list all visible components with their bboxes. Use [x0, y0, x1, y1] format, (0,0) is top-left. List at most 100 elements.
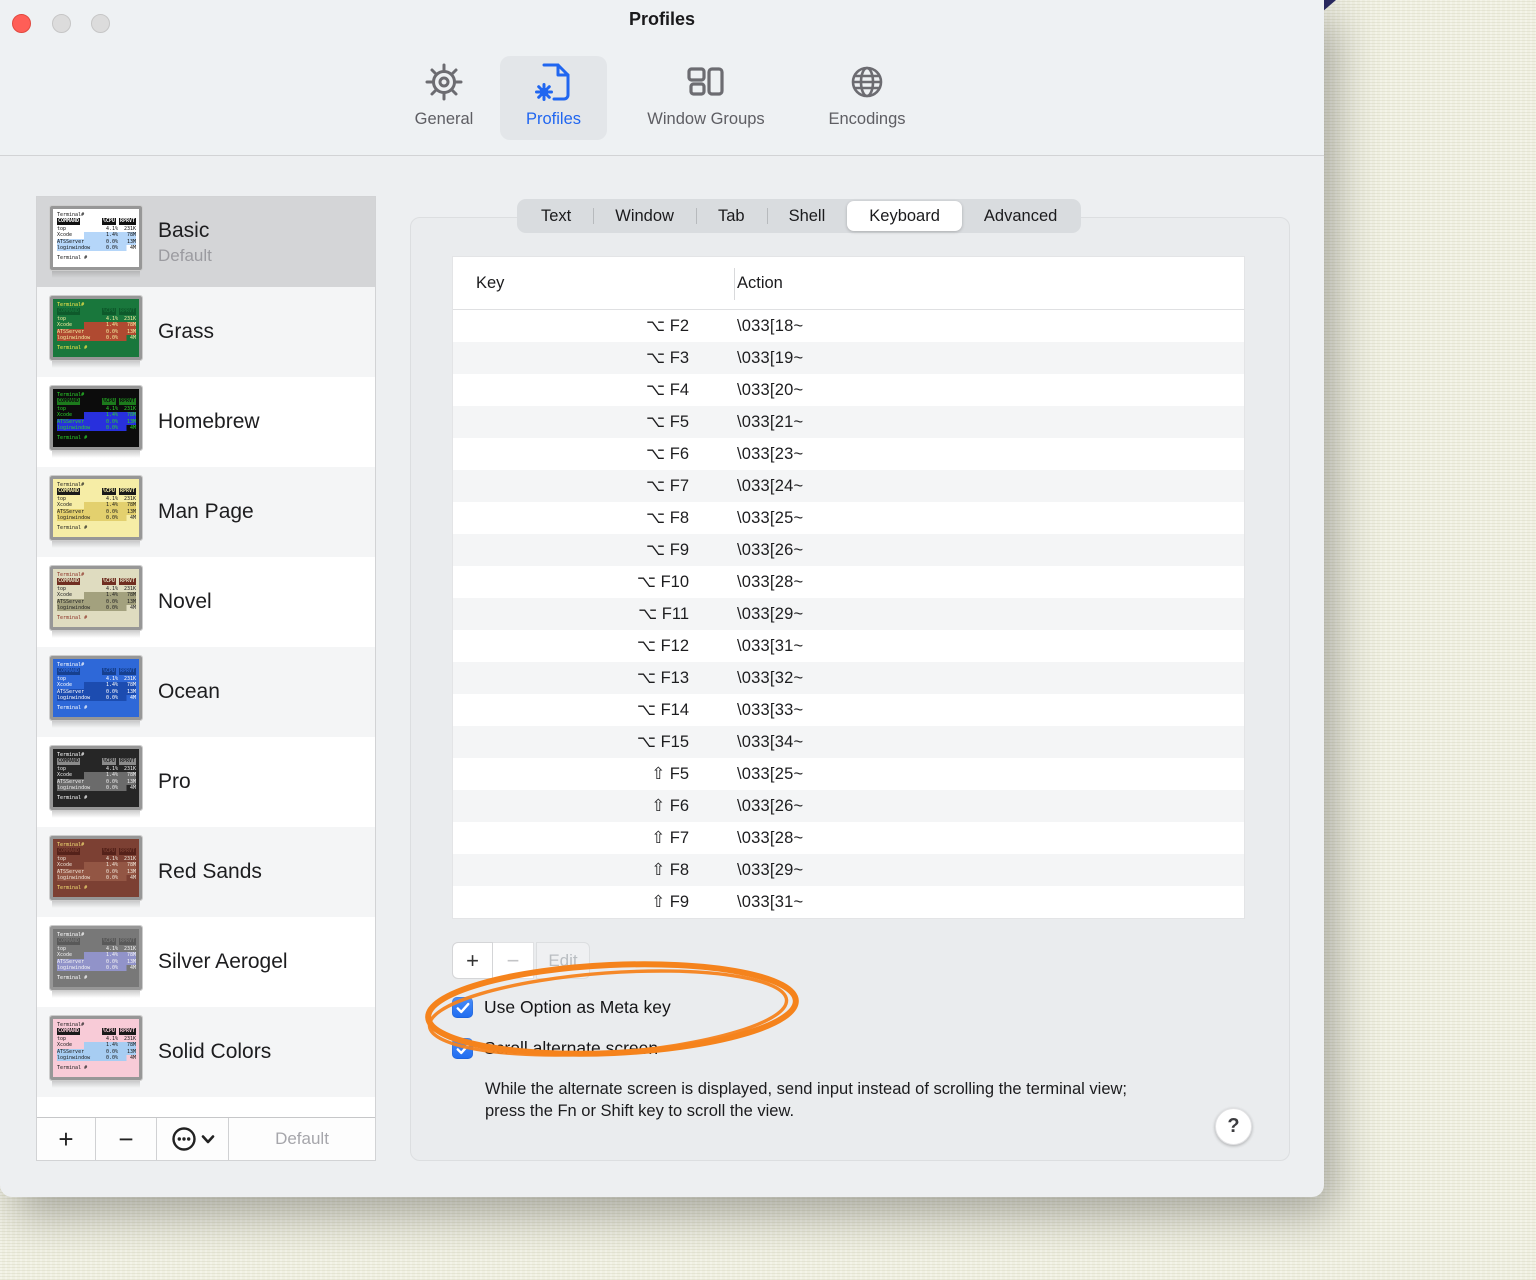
key-cell: ⌥ F6 — [646, 445, 689, 463]
keyboard-table-row[interactable]: ⇧ F6 \033[26~ — [453, 790, 1244, 822]
profile-thumbnail: Terminal# COMMAND %CPU RPRVT top 4.1% 231K Xc… — [49, 295, 143, 368]
key-cell: ⇧ F9 — [651, 893, 689, 911]
keyboard-table-row[interactable]: ⌥ F10 \033[28~ — [453, 566, 1244, 598]
titlebar: Profiles General Profiles Window Groups … — [0, 0, 1324, 156]
table-header[interactable]: Key Action — [453, 257, 1244, 310]
key-cell: ⌥ F8 — [646, 509, 689, 527]
help-button[interactable]: ? — [1215, 1108, 1252, 1145]
keyboard-table-row[interactable]: ⌥ F4 \033[20~ — [453, 374, 1244, 406]
keyboard-table-row[interactable]: ⌥ F12 \033[31~ — [453, 630, 1244, 662]
profile-list-item[interactable]: Terminal# COMMAND %CPU RPRVT top 4.1% 231K Xc… — [37, 827, 375, 917]
action-cell: \033[23~ — [737, 444, 804, 463]
action-cell: \033[25~ — [737, 508, 804, 527]
key-cell: ⇧ F5 — [651, 765, 689, 783]
toolbar-item-profiles[interactable]: Profiles — [500, 56, 607, 140]
scroll-alternate-screen-checkbox[interactable] — [452, 1038, 473, 1059]
keyboard-table-row[interactable]: ⌥ F6 \033[23~ — [453, 438, 1244, 470]
toolbar-label-encodings: Encodings — [828, 110, 906, 128]
keyboard-table-row[interactable]: ⇧ F8 \033[29~ — [453, 854, 1244, 886]
profile-list-item[interactable]: Terminal# COMMAND %CPU RPRVT top 4.1% 231K Xc… — [37, 647, 375, 737]
keyboard-table-row[interactable]: ⌥ F14 \033[33~ — [453, 694, 1244, 726]
keyboard-table-row[interactable]: ⇧ F9 \033[31~ — [453, 886, 1244, 918]
chevron-down-icon — [201, 1135, 214, 1144]
toolbar-item-window-groups[interactable]: Window Groups — [618, 56, 794, 140]
keyboard-table-row[interactable]: ⌥ F2 \033[18~ — [453, 310, 1244, 342]
profile-name: Homebrew — [158, 410, 260, 433]
keyboard-table-row[interactable]: ⌥ F9 \033[26~ — [453, 534, 1244, 566]
profile-list: Terminal# COMMAND %CPU RPRVT top 4.1% 231K Xc… — [37, 197, 375, 1118]
keyboard-table-row[interactable]: ⌥ F3 \033[19~ — [453, 342, 1244, 374]
keyboard-table-row[interactable]: ⌥ F13 \033[32~ — [453, 662, 1244, 694]
profile-list-item[interactable]: Terminal# COMMAND %CPU RPRVT top 4.1% 231K Xc… — [37, 917, 375, 1007]
profile-list-item[interactable]: Terminal# COMMAND %CPU RPRVT top 4.1% 231K Xc… — [37, 737, 375, 827]
profile-name: Pro — [158, 770, 191, 793]
profile-thumbnail: Terminal# COMMAND %CPU RPRVT top 4.1% 231K Xc… — [49, 385, 143, 458]
profile-name: Basic — [158, 218, 210, 242]
profile-list-item[interactable]: Terminal# COMMAND %CPU RPRVT top 4.1% 231K Xc… — [37, 287, 375, 377]
profile-list-item[interactable]: Terminal# COMMAND %CPU RPRVT top 4.1% 231K Xc… — [37, 377, 375, 467]
keyboard-table-row[interactable]: ⌥ F11 \033[29~ — [453, 598, 1244, 630]
toolbar-item-encodings[interactable]: Encodings — [806, 56, 928, 140]
profile-name: Man Page — [158, 500, 254, 523]
profile-list-item[interactable]: Terminal# COMMAND %CPU RPRVT top 4.1% 231K Xc… — [37, 467, 375, 557]
toolbar-item-general[interactable]: General — [398, 56, 490, 140]
action-cell: \033[18~ — [737, 316, 804, 335]
sidebar-footer-bar: + − Default — [37, 1117, 375, 1160]
keyboard-table-row[interactable]: ⌥ F8 \033[25~ — [453, 502, 1244, 534]
alternate-screen-help-text: While the alternate screen is displayed,… — [485, 1080, 1128, 1120]
action-cell: \033[28~ — [737, 828, 804, 847]
globe-icon — [845, 56, 889, 108]
profile-list-item[interactable]: Terminal# COMMAND %CPU RPRVT top 4.1% 231K Xc… — [37, 1007, 375, 1097]
tab-window[interactable]: Window — [593, 201, 696, 231]
profile-name: Ocean — [158, 680, 220, 703]
tab-keyboard[interactable]: Keyboard — [847, 201, 962, 231]
profile-thumbnail: Terminal# COMMAND %CPU RPRVT top 4.1% 231K Xc… — [49, 475, 143, 548]
toolbar-label-window-groups: Window Groups — [647, 110, 765, 128]
window-title: Profiles — [628, 9, 696, 29]
keyboard-table-row[interactable]: ⇧ F7 \033[28~ — [453, 822, 1244, 854]
profile-name: Silver Aerogel — [158, 950, 288, 973]
tab-advanced[interactable]: Advanced — [962, 201, 1079, 231]
key-cell: ⌥ F5 — [646, 413, 689, 431]
remove-key-button[interactable]: − — [493, 942, 534, 979]
tab-shell[interactable]: Shell — [766, 201, 848, 231]
profile-tabbar: Text Window Tab Shell Keyboard Advanced — [517, 199, 1082, 233]
profile-thumbnail: Terminal# COMMAND %CPU RPRVT top 4.1% 231K Xc… — [49, 565, 143, 638]
profile-actions-menu-button[interactable] — [157, 1118, 229, 1160]
question-mark-icon: ? — [1227, 1115, 1240, 1137]
tab-tab[interactable]: Tab — [695, 201, 767, 231]
use-option-as-meta-key-row: Use Option as Meta key — [452, 997, 671, 1018]
add-profile-button[interactable]: + — [37, 1118, 96, 1160]
column-divider — [734, 268, 735, 300]
profiles-sidebar: Terminal# COMMAND %CPU RPRVT top 4.1% 231K Xc… — [36, 196, 376, 1161]
keyboard-table-row[interactable]: ⌥ F5 \033[21~ — [453, 406, 1244, 438]
key-cell: ⇧ F6 — [651, 797, 689, 815]
column-header-action[interactable]: Action — [711, 274, 783, 293]
table-edit-buttons: + − Edit — [452, 942, 590, 979]
keyboard-table-body: ⌥ F2 \033[18~ ⌥ F3 \033[19~ ⌥ F4 \033[20… — [453, 310, 1244, 918]
action-cell: \033[20~ — [737, 380, 804, 399]
column-header-key[interactable]: Key — [453, 274, 711, 293]
action-cell: \033[29~ — [737, 604, 804, 623]
profile-thumbnail: Terminal# COMMAND %CPU RPRVT top 4.1% 231K Xc… — [49, 1015, 143, 1088]
key-cell: ⌥ F10 — [636, 573, 689, 591]
use-option-as-meta-key-label[interactable]: Use Option as Meta key — [484, 997, 671, 1018]
keyboard-table-row[interactable]: ⇧ F5 \033[25~ — [453, 758, 1244, 790]
profile-thumbnail: Terminal# COMMAND %CPU RPRVT top 4.1% 231K Xc… — [49, 745, 143, 818]
toolbar-label-general: General — [414, 110, 474, 128]
key-cell: ⌥ F15 — [636, 733, 689, 751]
set-default-button[interactable]: Default — [229, 1118, 375, 1160]
action-cell: \033[29~ — [737, 860, 804, 879]
profile-list-item[interactable]: Terminal# COMMAND %CPU RPRVT top 4.1% 231K Xc… — [37, 197, 375, 287]
remove-profile-button[interactable]: − — [96, 1118, 157, 1160]
keyboard-table-row[interactable]: ⌥ F15 \033[34~ — [453, 726, 1244, 758]
profile-default-badge: Default — [158, 245, 212, 265]
scroll-alternate-screen-label[interactable]: Scroll alternate screen — [484, 1038, 658, 1059]
add-key-button[interactable]: + — [452, 942, 493, 979]
profile-list-item[interactable]: Terminal# COMMAND %CPU RPRVT top 4.1% 231K Xc… — [37, 557, 375, 647]
tab-text[interactable]: Text — [519, 201, 593, 231]
use-option-as-meta-key-checkbox[interactable] — [452, 997, 473, 1018]
document-gear-icon — [532, 56, 576, 108]
key-cell: ⌥ F9 — [646, 541, 689, 559]
keyboard-table-row[interactable]: ⌥ F7 \033[24~ — [453, 470, 1244, 502]
